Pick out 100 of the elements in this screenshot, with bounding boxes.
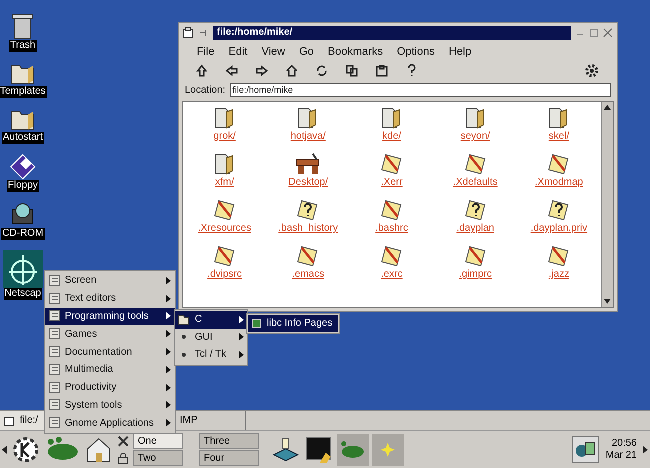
menu-bar-item[interactable]: Go [299,45,314,61]
menu-item[interactable]: Programming tools [45,308,175,326]
file-name-link[interactable]: .bash_history [278,222,338,235]
submenu-arrow-icon [166,384,171,392]
unknown-file-icon [547,198,572,222]
menu-item[interactable]: Games [45,325,175,344]
window-menu-icon[interactable] [183,27,195,39]
file-name-link[interactable]: grok/ [214,130,236,143]
submenu-arrow-icon [166,294,171,303]
file-name-link[interactable]: hotjava/ [290,130,326,143]
home-icon[interactable] [285,64,299,78]
menu-bar-item[interactable]: Bookmarks [328,45,384,61]
forward-arrow-icon[interactable] [255,64,269,78]
notepad-pencil-icon [380,152,404,176]
menu-item[interactable]: Screen [45,272,175,290]
file-name-link[interactable]: .Xresources [198,222,252,235]
panel-hide-arrow-icon[interactable] [2,446,7,454]
menu-bar-item[interactable]: File [197,45,215,61]
reload-icon[interactable] [315,64,329,78]
application-icon [49,310,61,322]
notepad-pencil-icon [547,152,572,176]
up-arrow-icon[interactable] [195,64,209,78]
menu-item[interactable]: C [175,311,247,328]
file-name-link[interactable]: xfm/ [215,176,234,189]
trash-can-icon [12,14,34,40]
menu-bar-item[interactable]: Options [397,45,435,61]
menu-item[interactable]: GUI [175,328,247,346]
desk-icon [295,152,322,176]
menu-item[interactable]: Gnome Applications [45,414,175,432]
star-launcher-icon[interactable] [372,434,404,466]
menu-item[interactable]: Productivity [45,378,175,397]
application-icon [49,292,61,305]
file-name-link[interactable]: .Xdefaults [453,176,498,189]
menu-item[interactable]: Tcl / Tk [175,346,247,364]
desktop-icon-label[interactable]: Netscap [4,288,42,300]
file-name-link[interactable]: .Xmodmap [535,176,584,189]
scrollbar[interactable] [601,102,613,307]
application-icon [49,364,61,376]
lock-icon[interactable] [117,452,130,464]
unknown-file-icon [464,198,488,222]
menu-item[interactable]: System tools [45,396,175,414]
file-name-link[interactable]: .dayplan [456,222,494,235]
pin-icon[interactable] [199,28,209,38]
back-arrow-icon[interactable] [225,64,239,78]
desktop-icon-label[interactable]: Trash [9,40,37,52]
window-title: file:/home/mike/ [213,26,571,40]
notepad-pencil-icon [547,244,572,268]
submenu-arrow-icon [166,348,171,356]
close-icon[interactable] [603,28,613,38]
desktop-icon-label[interactable]: Templates [0,86,47,98]
application-icon [49,417,61,430]
menu-bar-item[interactable]: Help [449,45,472,61]
menu-item[interactable]: Text editors [45,290,175,308]
tools-icon[interactable] [117,434,130,448]
submenu-arrow-icon [166,276,171,285]
pager-desktop-button[interactable]: Three [199,433,259,449]
notepad-pencil-icon [464,244,488,268]
file-name-link[interactable]: .jazz [548,268,570,281]
menu-item[interactable]: libc Info Pages [248,315,338,332]
submenu-arrow-icon [239,316,244,324]
menu-bar-item[interactable]: View [262,45,286,61]
notepad-pencil-icon [380,244,404,268]
file-name-link[interactable]: kde/ [382,130,402,143]
window-menu-icon [4,414,16,426]
application-icon [49,382,61,394]
menu-item[interactable]: Multimedia [45,360,175,379]
pager-desktop-button[interactable]: Four [199,450,259,466]
submenu-arrow-icon [166,312,171,320]
gear-icon [583,62,601,80]
panel-hide-arrow-icon[interactable] [643,446,648,454]
file-name-link[interactable]: .gimprc [459,268,492,281]
location-label: Location: [185,84,226,98]
desktop-icon-label[interactable]: CD-ROM [1,228,45,240]
file-name-link[interactable]: skel/ [548,130,570,143]
pager-desktop-button[interactable]: Two [133,450,183,466]
notepad-pencil-icon [212,198,237,222]
notepad-pencil-icon [380,198,404,222]
desktop-icon-label[interactable]: Floppy [6,180,39,192]
clock[interactable]: 20:56 Mar 21 [602,438,640,462]
copy-icon[interactable] [345,64,359,78]
file-name-link[interactable]: .Xerr [381,176,403,189]
file-name-link[interactable]: Desktop/ [288,176,328,189]
monitor-icon[interactable] [572,436,600,464]
paste-icon[interactable] [375,64,389,78]
pager-desktop-button[interactable]: One [133,433,183,449]
file-name-link[interactable]: .emacs [292,268,324,281]
terminal-icon[interactable] [304,434,334,464]
file-name-link[interactable]: .dayplan.priv [530,222,588,235]
file-name-link[interactable]: seyon/ [460,130,490,143]
file-name-link[interactable]: .dvipsrc [208,268,242,281]
location-field[interactable]: file:/home/mike [230,83,611,97]
file-name-link[interactable]: .bashrc [376,222,408,235]
application-icon [49,399,61,412]
menu-item[interactable]: Documentation [45,343,175,361]
menu-bar-item[interactable]: Edit [228,45,248,61]
application-icon [49,328,61,340]
file-name-link[interactable]: .exrc [381,268,403,281]
notepad-pencil-icon [296,244,320,268]
notepad-pencil-icon [212,244,237,268]
desktop-icon-label[interactable]: Autostart [2,132,44,144]
